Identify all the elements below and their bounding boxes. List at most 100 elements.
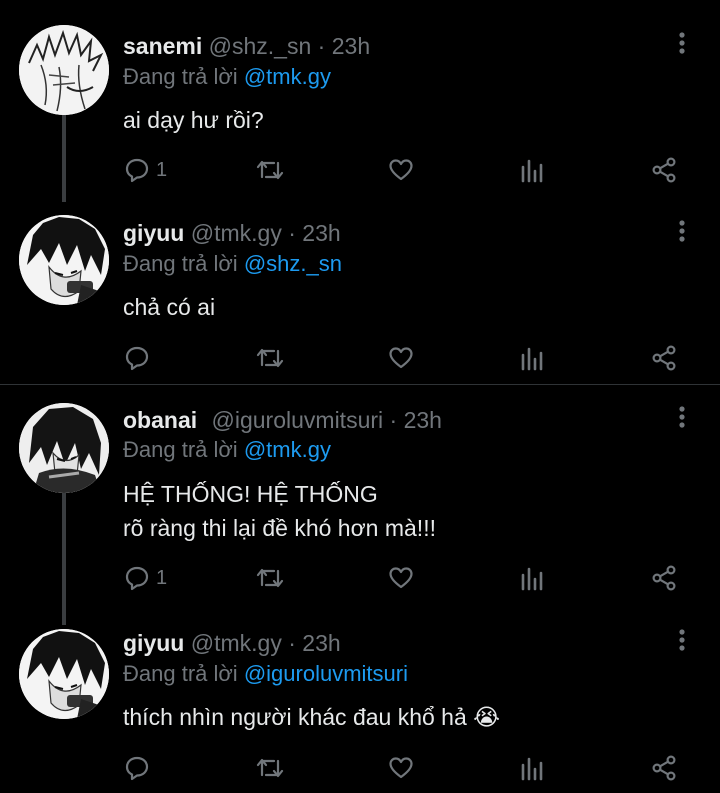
more-options-icon[interactable] bbox=[672, 628, 692, 652]
user-handle[interactable]: @shz._sn bbox=[209, 33, 312, 59]
views-button[interactable] bbox=[520, 565, 544, 591]
action-bar: 1 bbox=[0, 152, 720, 188]
tweet-1[interactable]: sanemi @shz._sn · 23h Đang trả lời @tmk.… bbox=[0, 0, 720, 202]
action-bar: 1 bbox=[0, 560, 720, 596]
tweet-text: chả có ai bbox=[123, 290, 215, 324]
views-button[interactable] bbox=[520, 345, 544, 371]
like-button[interactable] bbox=[388, 565, 414, 591]
views-button[interactable] bbox=[520, 157, 544, 183]
retweet-button[interactable] bbox=[256, 565, 284, 591]
share-icon bbox=[652, 565, 676, 591]
like-icon bbox=[389, 567, 413, 589]
reply-count: 1 bbox=[156, 158, 168, 181]
reply-button[interactable]: 1 bbox=[124, 565, 167, 591]
reply-prefix: Đang trả lời bbox=[123, 437, 238, 462]
like-icon bbox=[389, 159, 413, 181]
like-button[interactable] bbox=[388, 157, 414, 183]
user-handle[interactable]: @tmk.gy bbox=[191, 630, 282, 656]
tweet-header: giyuu @tmk.gy · 23h bbox=[123, 219, 341, 247]
like-icon bbox=[389, 757, 413, 779]
separator-dot: · bbox=[288, 630, 296, 656]
display-name[interactable]: giyuu bbox=[123, 220, 184, 246]
user-handle[interactable]: @iguroluvmitsuri bbox=[212, 407, 384, 433]
share-button[interactable] bbox=[651, 157, 677, 183]
reply-context: Đang trả lời @tmk.gy bbox=[123, 63, 331, 91]
thread-line bbox=[62, 493, 66, 625]
share-button[interactable] bbox=[651, 755, 677, 781]
tweet-text-line: ai dạy hư rồi? bbox=[123, 107, 264, 133]
reply-icon bbox=[125, 346, 149, 371]
retweet-button[interactable] bbox=[256, 755, 284, 781]
retweet-icon bbox=[256, 160, 284, 180]
more-options-icon[interactable] bbox=[672, 219, 692, 243]
tweet-text: ai dạy hư rồi? bbox=[123, 103, 264, 137]
tweet-4[interactable]: giyuu @tmk.gy · 23h Đang trả lời @igurol… bbox=[0, 615, 720, 793]
retweet-button[interactable] bbox=[256, 157, 284, 183]
user-handle[interactable]: @tmk.gy bbox=[191, 220, 282, 246]
reply-count: 1 bbox=[156, 566, 168, 589]
like-button[interactable] bbox=[388, 345, 414, 371]
tweet-text: HỆ THỐNG! HỆ THỐNG rõ ràng thi lại đề kh… bbox=[123, 477, 436, 545]
reply-mention[interactable]: @iguroluvmitsuri bbox=[244, 661, 408, 686]
more-options-icon[interactable] bbox=[672, 31, 692, 55]
reply-icon bbox=[125, 158, 149, 183]
avatar-sanemi[interactable] bbox=[19, 25, 109, 115]
views-button[interactable] bbox=[520, 755, 544, 781]
reply-button[interactable] bbox=[124, 755, 156, 781]
views-icon bbox=[521, 567, 543, 591]
tweet-text-line: thích nhìn người khác đau khổ hả 😭 bbox=[123, 704, 501, 730]
reply-prefix: Đang trả lời bbox=[123, 661, 238, 686]
display-name[interactable]: obanai bbox=[123, 407, 197, 433]
tweet-text-line: HỆ THỐNG! HỆ THỐNG bbox=[123, 481, 378, 507]
retweet-icon bbox=[256, 568, 284, 588]
like-button[interactable] bbox=[388, 755, 414, 781]
display-name[interactable]: giyuu bbox=[123, 630, 184, 656]
share-icon bbox=[652, 345, 676, 371]
reply-mention[interactable]: @shz._sn bbox=[244, 251, 342, 276]
share-button[interactable] bbox=[651, 345, 677, 371]
tweet-2[interactable]: giyuu @tmk.gy · 23h Đang trả lời @shz._s… bbox=[0, 195, 720, 383]
share-icon bbox=[652, 157, 676, 183]
timestamp[interactable]: 23h bbox=[302, 220, 340, 246]
action-bar bbox=[0, 750, 720, 786]
retweet-icon bbox=[256, 758, 284, 778]
separator-dot: · bbox=[288, 220, 296, 246]
reply-context: Đang trả lời @iguroluvmitsuri bbox=[123, 660, 408, 688]
views-icon bbox=[521, 159, 543, 183]
reply-prefix: Đang trả lời bbox=[123, 64, 238, 89]
share-button[interactable] bbox=[651, 565, 677, 591]
tweet-text-line: rõ ràng thi lại đề khó hơn mà!!! bbox=[123, 515, 436, 541]
avatar-giyuu[interactable] bbox=[19, 629, 109, 719]
timestamp[interactable]: 23h bbox=[302, 630, 340, 656]
separator-dot: · bbox=[389, 407, 398, 433]
views-icon bbox=[521, 757, 543, 781]
reply-mention[interactable]: @tmk.gy bbox=[244, 64, 331, 89]
reply-icon bbox=[125, 566, 149, 591]
timestamp[interactable]: 23h bbox=[404, 407, 442, 433]
reply-mention[interactable]: @tmk.gy bbox=[244, 437, 331, 462]
reply-button[interactable]: 1 bbox=[124, 157, 167, 183]
reply-button[interactable] bbox=[124, 345, 156, 371]
tweet-header: sanemi @shz._sn · 23h bbox=[123, 32, 370, 60]
tweet-header: giyuu @tmk.gy · 23h bbox=[123, 629, 341, 657]
tweet-text: thích nhìn người khác đau khổ hả 😭 bbox=[123, 700, 500, 734]
reply-context: Đang trả lời @shz._sn bbox=[123, 250, 342, 278]
avatar-obanai[interactable] bbox=[19, 403, 109, 493]
views-icon bbox=[521, 347, 543, 371]
reply-prefix: Đang trả lời bbox=[123, 251, 238, 276]
retweet-icon bbox=[256, 348, 284, 368]
tweet-header: obanai @iguroluvmitsuri · 23h bbox=[123, 406, 442, 434]
tweet-text-line: chả có ai bbox=[123, 294, 216, 320]
avatar-giyuu[interactable] bbox=[19, 215, 109, 305]
more-options-icon[interactable] bbox=[672, 405, 692, 429]
timestamp[interactable]: 23h bbox=[332, 33, 370, 59]
display-name[interactable]: sanemi bbox=[123, 33, 202, 59]
separator-dot: · bbox=[317, 33, 326, 59]
reply-context: Đang trả lời @tmk.gy bbox=[123, 436, 331, 464]
action-bar bbox=[0, 340, 720, 376]
like-icon bbox=[389, 347, 413, 369]
tweet-3[interactable]: obanai @iguroluvmitsuri · 23h Đang trả l… bbox=[0, 385, 720, 625]
reply-icon bbox=[125, 756, 149, 781]
retweet-button[interactable] bbox=[256, 345, 284, 371]
share-icon bbox=[652, 755, 676, 781]
